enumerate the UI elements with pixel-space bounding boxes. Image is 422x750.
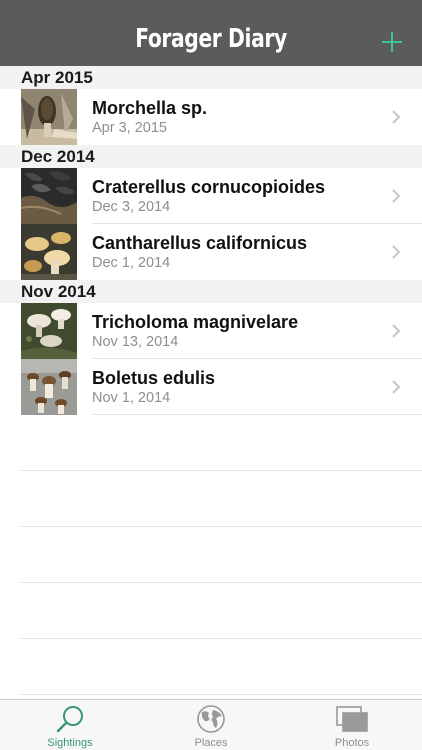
matsutake-photo — [21, 303, 77, 359]
tab-places[interactable]: Places — [141, 700, 281, 750]
empty-row — [0, 415, 422, 471]
chevron-right-icon — [392, 110, 401, 124]
add-sighting-button[interactable] — [380, 30, 404, 54]
sightings-list: Apr 2015 Morchella sp. Apr 3, 2015 Dec 2… — [0, 66, 422, 699]
sighting-date: Apr 3, 2015 — [92, 120, 167, 136]
globe-icon — [197, 705, 225, 733]
sighting-date: Dec 1, 2014 — [92, 255, 171, 271]
tab-label: Sightings — [47, 737, 93, 749]
page-title: Forager Diary — [135, 24, 287, 54]
sighting-name: Morchella sp. — [92, 98, 208, 118]
tab-bar: Sightings Places Photos — [0, 699, 422, 750]
black-trumpet-photo — [21, 168, 77, 224]
section-header: Nov 2014 — [0, 280, 422, 303]
tab-sightings[interactable]: Sightings — [0, 700, 140, 750]
list-item[interactable]: Boletus edulis Nov 1, 2014 — [0, 359, 422, 415]
sighting-date: Nov 1, 2014 — [92, 390, 171, 406]
tab-label: Places — [194, 737, 228, 749]
row-separator — [21, 694, 422, 695]
empty-row — [0, 639, 422, 695]
empty-row — [0, 583, 422, 639]
sighting-name: Cantharellus californicus — [92, 233, 308, 253]
magnifier-icon — [56, 706, 83, 733]
plus-icon — [382, 32, 402, 52]
chevron-right-icon — [392, 324, 401, 338]
chevron-right-icon — [392, 380, 401, 394]
sighting-name: Craterellus cornucopioides — [92, 177, 326, 197]
section-header: Dec 2014 — [0, 145, 422, 168]
list-item[interactable]: Craterellus cornucopioides Dec 3, 2014 — [0, 168, 422, 224]
list-item[interactable]: Morchella sp. Apr 3, 2015 — [0, 89, 422, 145]
list-item[interactable]: Cantharellus californicus Dec 1, 2014 — [0, 224, 422, 280]
empty-row — [0, 527, 422, 583]
chevron-right-icon — [392, 189, 401, 203]
morel-photo — [21, 89, 77, 145]
chanterelle-photo — [21, 224, 77, 280]
porcini-photo — [21, 359, 77, 415]
tab-photos[interactable]: Photos — [282, 700, 422, 750]
list-item[interactable]: Tricholoma magnivelare Nov 13, 2014 — [0, 303, 422, 359]
chevron-right-icon — [392, 245, 401, 259]
sighting-date: Nov 13, 2014 — [92, 334, 179, 350]
sighting-date: Dec 3, 2014 — [92, 199, 171, 215]
tab-label: Photos — [334, 737, 370, 749]
sighting-name: Boletus edulis — [92, 368, 216, 388]
sighting-name: Tricholoma magnivelare — [92, 312, 299, 332]
empty-row — [0, 471, 422, 527]
section-header: Apr 2015 — [0, 66, 422, 89]
photos-icon — [336, 706, 368, 732]
navigation-bar: Forager Diary — [0, 0, 422, 66]
